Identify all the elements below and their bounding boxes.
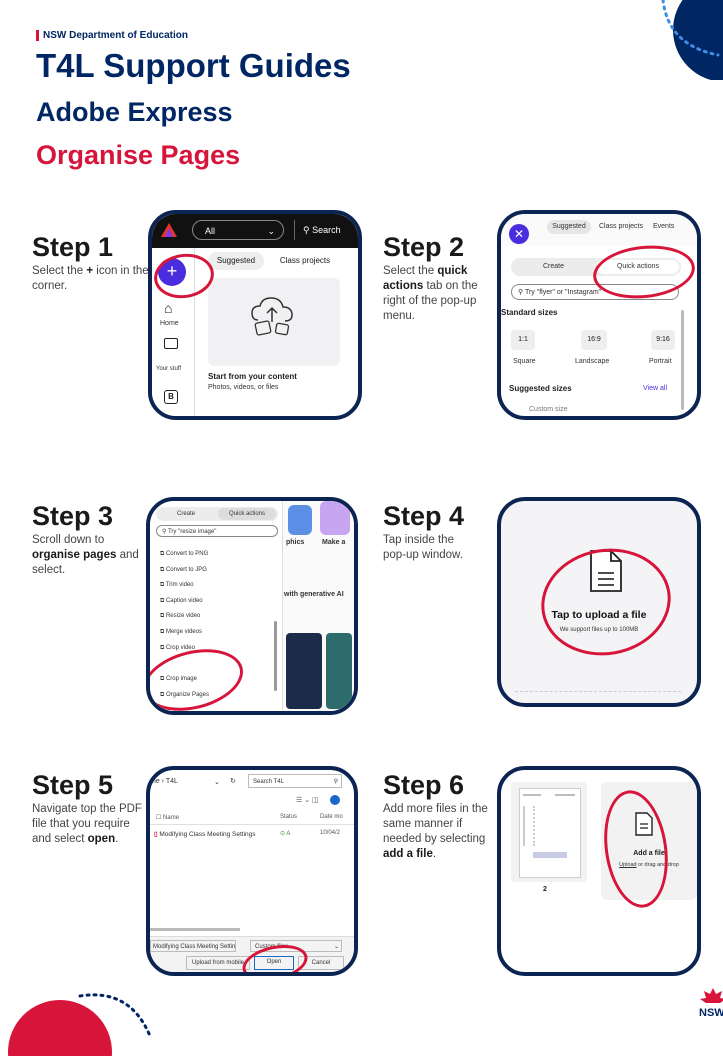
search-bar[interactable]: ⚲ Search: [294, 220, 358, 240]
scrollbar[interactable]: [150, 928, 240, 931]
department-label: NSW Department of Education: [36, 30, 188, 41]
suggested-sizes-heading: Suggested sizes: [509, 384, 572, 393]
tab-quick-actions[interactable]: Quick actions: [218, 508, 276, 520]
screenshot-step-6: 2 Add a file Upload or drag and drop: [497, 766, 701, 976]
chevron-down-icon: ⌄: [267, 226, 275, 236]
upload-from-mobile-button[interactable]: Upload from mobile: [186, 956, 250, 970]
view-options-icon[interactable]: ☰ ⌄ ◫: [296, 796, 319, 804]
scrollbar[interactable]: [681, 310, 684, 410]
step-4: Step 4 Tap inside the pop-up window.: [383, 501, 493, 563]
nav-your-stuff-label: Your stuff: [156, 366, 182, 372]
file-date: 10/04/2: [320, 830, 341, 836]
search-input[interactable]: ⚲ Try "resize image": [156, 525, 278, 537]
list-item[interactable]: ⧉ Convert to PNG: [160, 547, 209, 563]
list-item[interactable]: ⧉ Trim video: [160, 578, 209, 594]
view-all-link[interactable]: View all: [643, 385, 667, 392]
refresh-icon[interactable]: ↻: [230, 777, 236, 785]
step-6-text: Add more files in the same manner if nee…: [383, 803, 488, 860]
scrollbar[interactable]: [274, 621, 277, 691]
card-subtitle: Photos, videos, or files: [208, 384, 279, 391]
list-item[interactable]: ⧉ Resize video: [160, 609, 209, 625]
sync-status-icon: ⊙ A: [280, 831, 291, 837]
column-name[interactable]: ☐ Name: [156, 814, 179, 821]
close-icon[interactable]: ✕: [509, 224, 529, 244]
tab-suggested[interactable]: Suggested: [208, 252, 264, 270]
size-portrait-icon[interactable]: 9:16: [651, 330, 675, 350]
step-5-heading: Step 5: [32, 770, 114, 800]
column-date[interactable]: Date mo: [320, 814, 343, 820]
top-tab-events[interactable]: Events: [653, 223, 674, 230]
screenshot-step-1: All ⌄ ⚲ Search + ⌂ Home Your stuff B Sugg…: [148, 210, 362, 420]
step-2: Step 2 Select the quick actions tab on t…: [383, 232, 493, 324]
step-2-heading: Step 2: [383, 232, 465, 262]
guide-page: NSW Department of Education T4L Support …: [0, 0, 723, 1056]
filter-dropdown[interactable]: All ⌄: [192, 220, 284, 240]
tab-create[interactable]: Create: [511, 258, 596, 276]
top-tab-suggested[interactable]: Suggested: [547, 220, 591, 234]
top-tab-class-projects[interactable]: Class projects: [599, 223, 643, 230]
step-3: Step 3 Scroll down to organise pages and…: [32, 501, 142, 578]
search-icon: ⚲: [518, 289, 525, 296]
custom-size-item[interactable]: Custom size: [529, 406, 568, 413]
side-label-make: Make a: [322, 539, 346, 546]
page-title: T4L Support Guides: [36, 47, 351, 84]
step-4-text: Tap inside the pop-up window.: [383, 534, 463, 561]
column-status[interactable]: Status: [280, 814, 297, 820]
screenshot-step-2: Suggested Class projects Events ✕ Create…: [497, 210, 701, 420]
page-number: 2: [543, 886, 547, 893]
size-portrait-label: Portrait: [649, 358, 672, 365]
folder-icon[interactable]: [164, 338, 178, 349]
page-thumbnail[interactable]: [511, 782, 587, 882]
step-5-text: Navigate top the PDF file that you requi…: [32, 803, 142, 845]
tab-create[interactable]: Create: [156, 507, 216, 521]
step-5: Step 5 Navigate top the PDF file that yo…: [32, 770, 144, 847]
step-4-heading: Step 4: [383, 501, 465, 531]
screenshot-step-5: me › T4L ⌄ ↻ Search T4L ⚲ ☰ ⌄ ◫ ☐ Name St…: [146, 766, 358, 976]
standard-sizes-heading: Standard sizes: [501, 308, 558, 317]
home-icon[interactable]: ⌂: [164, 300, 172, 316]
chevron-down-icon[interactable]: ⌄: [214, 778, 220, 786]
step-3-text: Scroll down to organise pages and select…: [32, 534, 139, 576]
search-icon: ⚲: [333, 779, 338, 785]
size-square-label: Square: [513, 358, 536, 365]
nsw-government-logo: NSW: [699, 988, 723, 1019]
brand-icon[interactable]: B: [164, 390, 178, 404]
size-square-icon[interactable]: 1:1: [511, 330, 535, 350]
screenshot-step-4[interactable]: Tap to upload a file We support files up…: [497, 497, 701, 707]
highlight-circle: [532, 538, 680, 666]
tab-class-projects[interactable]: Class projects: [270, 252, 340, 270]
nav-home-label: Home: [160, 320, 179, 327]
list-item[interactable]: ⧉ Caption video: [160, 594, 209, 610]
file-row[interactable]: ▯ Modifying Class Meeting Settings: [154, 830, 256, 838]
step-6: Step 6 Add more files in the same manner…: [383, 770, 493, 862]
pdf-icon: ▯: [154, 831, 158, 838]
breadcrumb[interactable]: me › T4L: [150, 778, 178, 785]
app-subtitle: Adobe Express: [36, 97, 233, 127]
corner-decoration-bottom: [8, 993, 152, 1056]
side-label-generative: with generative AI: [284, 591, 344, 598]
step-6-heading: Step 6: [383, 770, 465, 800]
list-item[interactable]: ⧉ Convert to JPG: [160, 563, 209, 579]
list-item[interactable]: ⧉ Merge videos: [160, 625, 209, 641]
filename-input[interactable]: Modifying Class Meeting Settings: [150, 940, 236, 952]
corner-decoration-top: [661, 0, 723, 80]
topic-subtitle: Organise Pages: [36, 140, 241, 170]
cloud-upload-icon: [251, 297, 293, 336]
screenshot-step-3: phics Make a with generative AI Create Q…: [146, 497, 358, 715]
step-2-text: Select the quick actions tab on the righ…: [383, 265, 478, 322]
size-landscape-icon[interactable]: 16:9: [581, 330, 607, 350]
search-input[interactable]: Search T4L ⚲: [248, 774, 342, 788]
size-landscape-label: Landscape: [575, 358, 610, 365]
adobe-express-logo-icon: [161, 223, 177, 237]
step-3-heading: Step 3: [32, 501, 114, 531]
card-title: Start from your content: [208, 372, 297, 381]
side-label-graphics: phics: [286, 539, 305, 546]
svg-text:NSW: NSW: [699, 1007, 723, 1019]
help-icon[interactable]: [330, 795, 340, 805]
search-icon: ⚲: [303, 225, 313, 235]
